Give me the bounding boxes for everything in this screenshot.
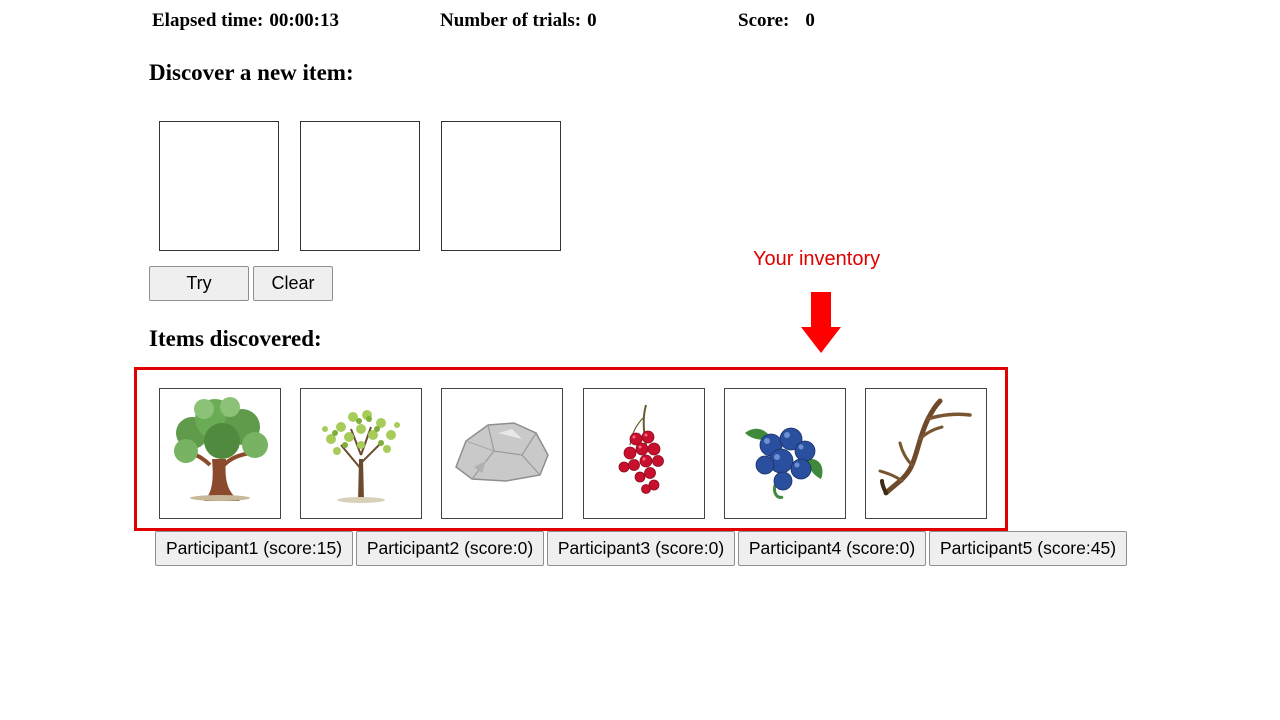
elapsed-time-value: 00:00:13 xyxy=(269,10,340,31)
rock-icon xyxy=(455,422,549,482)
trials-value: 0 xyxy=(587,10,597,31)
participant-2-button[interactable]: Participant2 (score:0) xyxy=(356,531,544,566)
arrow-down-icon xyxy=(801,292,841,353)
participant-1-button[interactable]: Participant1 (score:15) xyxy=(155,531,353,566)
try-button[interactable]: Try xyxy=(149,266,249,301)
score-value: 0 xyxy=(805,10,815,31)
score-stat: Score: 0 xyxy=(738,10,815,32)
elapsed-time-label: Elapsed time: xyxy=(152,10,264,31)
combination-slot-2[interactable] xyxy=(300,121,420,251)
combination-slot-3[interactable] xyxy=(441,121,561,251)
oak-tree-icon xyxy=(174,397,268,501)
inventory-item-oak-tree[interactable] xyxy=(159,388,281,519)
trials-stat: Number of trials: 0 xyxy=(440,10,597,32)
blueberries-icon xyxy=(745,427,823,499)
inventory-annotation-label: Your inventory xyxy=(753,248,881,270)
discover-heading: Discover a new item: xyxy=(149,60,354,85)
trials-label: Number of trials: xyxy=(440,10,582,31)
participant-5-button[interactable]: Participant5 (score:45) xyxy=(929,531,1127,566)
inventory-item-young-tree[interactable] xyxy=(300,388,422,519)
clear-button[interactable]: Clear xyxy=(253,266,333,301)
participant-4-button[interactable]: Participant4 (score:0) xyxy=(738,531,926,566)
score-label: Score: xyxy=(738,10,790,31)
antler-icon xyxy=(878,398,972,496)
inventory-item-rock[interactable] xyxy=(441,388,563,519)
inventory-item-red-berries[interactable] xyxy=(583,388,705,519)
red-berries-icon xyxy=(618,404,664,494)
young-tree-icon xyxy=(322,410,400,503)
combination-slot-1[interactable] xyxy=(159,121,279,251)
items-discovered-heading: Items discovered: xyxy=(149,326,322,351)
inventory-item-blueberries[interactable] xyxy=(724,388,846,519)
elapsed-time-stat: Elapsed time: 00:00:13 xyxy=(152,10,339,32)
inventory-item-antler[interactable] xyxy=(865,388,987,519)
participant-3-button[interactable]: Participant3 (score:0) xyxy=(547,531,735,566)
